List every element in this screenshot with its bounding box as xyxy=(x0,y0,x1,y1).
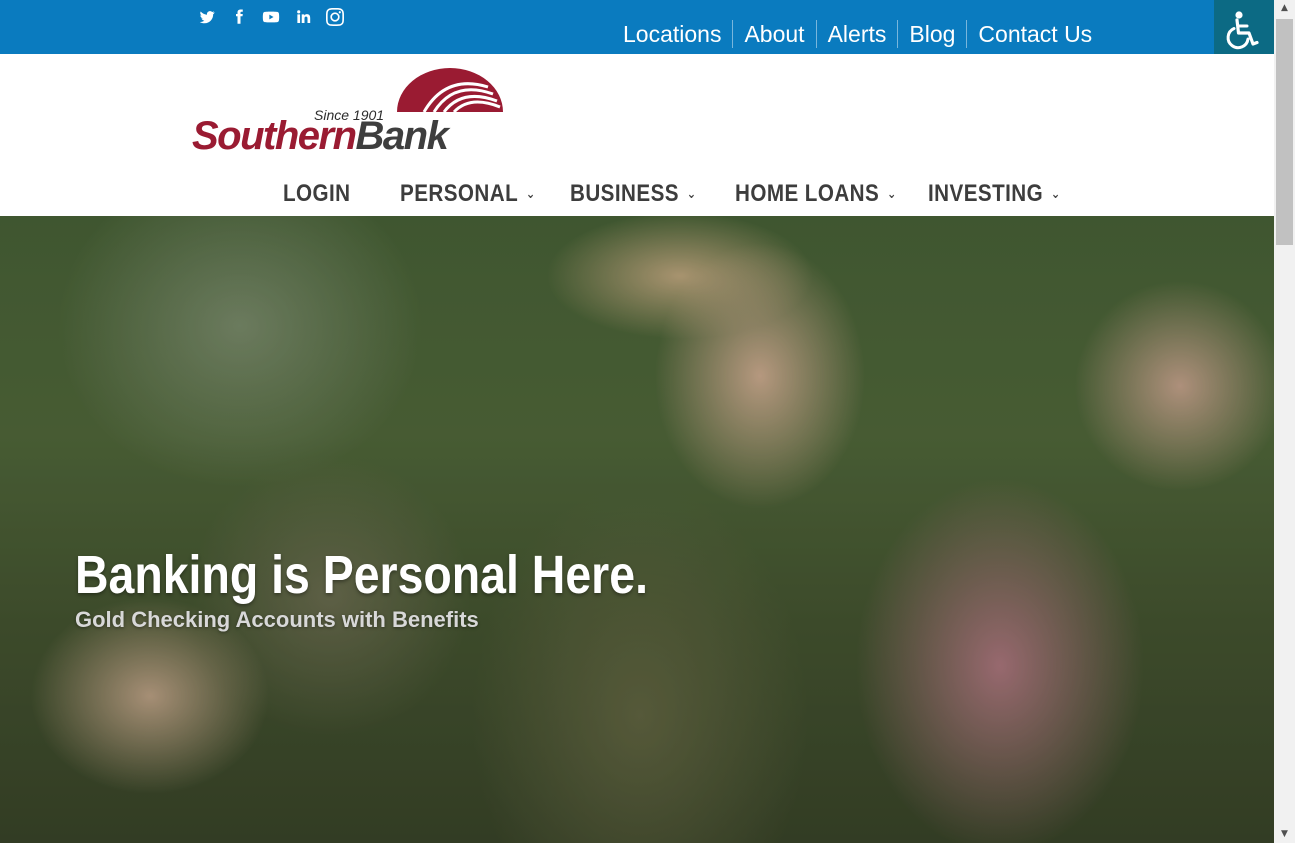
hero-title: Banking is Personal Here. xyxy=(75,545,648,605)
nav-home-loans[interactable]: HOME LOANS ⌄ xyxy=(735,180,901,208)
wheelchair-icon xyxy=(1226,11,1259,50)
twitter-icon[interactable] xyxy=(197,7,217,27)
brand-wordmark: SouthernBank xyxy=(192,114,449,158)
nav-business-label: BUSINESS xyxy=(570,180,679,207)
chevron-down-icon: ⌄ xyxy=(686,186,697,202)
chevron-down-icon: ⌄ xyxy=(525,186,536,202)
brand-bank: Bank xyxy=(355,114,449,158)
scrollbar-thumb[interactable] xyxy=(1276,19,1293,245)
hero-banner[interactable]: Banking is Personal Here. Gold Checking … xyxy=(0,216,1274,843)
contact-us-link[interactable]: Contact Us xyxy=(966,20,1103,48)
chevron-down-icon: ⌄ xyxy=(886,186,897,202)
scroll-down-arrow-icon[interactable]: ▼ xyxy=(1274,826,1295,843)
hero-subtitle[interactable]: Gold Checking Accounts with Benefits xyxy=(75,607,479,633)
youtube-icon[interactable] xyxy=(261,7,281,27)
nav-investing-label: INVESTING xyxy=(928,180,1044,207)
accessibility-button[interactable] xyxy=(1214,0,1274,60)
locations-link[interactable]: Locations xyxy=(612,20,732,48)
instagram-icon[interactable] xyxy=(325,7,345,27)
social-links xyxy=(197,7,345,27)
main-nav: LOGIN PERSONAL ⌄ BUSINESS ⌄ HOME LOANS ⌄… xyxy=(283,179,1082,209)
nav-personal-label: PERSONAL xyxy=(400,180,519,207)
linkedin-icon[interactable] xyxy=(293,7,313,27)
nav-business[interactable]: BUSINESS ⌄ xyxy=(570,180,712,208)
hero-photo xyxy=(0,216,1274,843)
nav-personal[interactable]: PERSONAL ⌄ xyxy=(400,180,546,208)
page-scrollbar[interactable]: ▲ ▼ xyxy=(1274,0,1295,843)
about-link[interactable]: About xyxy=(732,20,815,48)
alerts-link[interactable]: Alerts xyxy=(815,20,898,48)
nav-home-loans-label: HOME LOANS xyxy=(735,180,880,207)
nav-login-label: LOGIN xyxy=(283,180,351,207)
brand-southern: Southern xyxy=(192,114,357,158)
nav-login[interactable]: LOGIN xyxy=(283,180,384,208)
top-utility-bar: Locations About Alerts Blog Contact Us xyxy=(0,0,1274,54)
scroll-up-arrow-icon[interactable]: ▲ xyxy=(1274,0,1295,17)
southern-bank-logo[interactable]: Since 1901 SouthernBank xyxy=(192,68,504,158)
facebook-icon[interactable] xyxy=(229,7,249,27)
chevron-down-icon: ⌄ xyxy=(1050,186,1061,202)
nav-investing[interactable]: INVESTING ⌄ xyxy=(928,180,1061,208)
utility-nav: Locations About Alerts Blog Contact Us xyxy=(612,20,1103,48)
blog-link[interactable]: Blog xyxy=(897,20,966,48)
